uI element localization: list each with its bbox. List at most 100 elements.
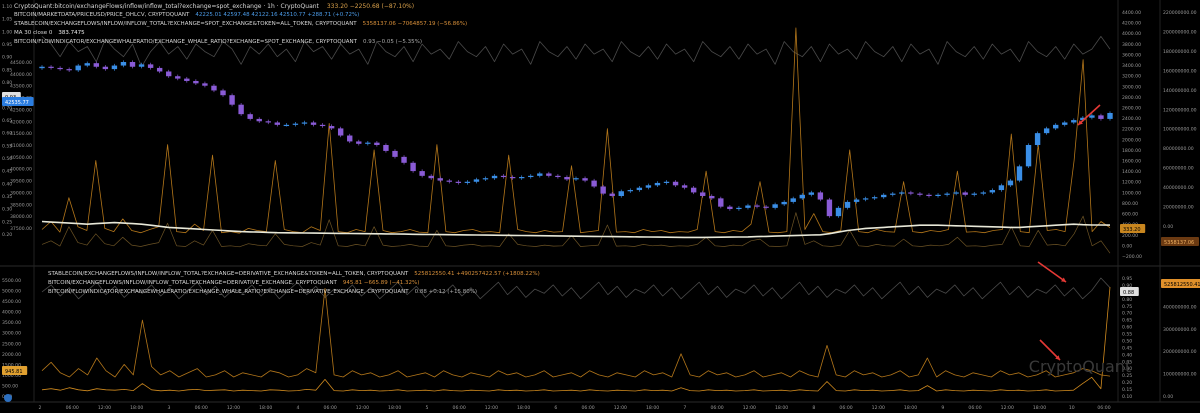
legend-value: 945.81 −665.89 (−41.32%) (342, 280, 420, 286)
left-axis-tick: 0.25 (2, 219, 12, 225)
candle-body (265, 121, 271, 123)
legend-item[interactable]: STABLECOIN/EXCHANGEFLOWS/INFLOW/INFLOW_T… (48, 270, 540, 279)
time-axis-tick: 12:00 (227, 405, 240, 411)
bottom-left-current-label: 945.81 (5, 369, 23, 375)
candle-body (772, 204, 778, 208)
bottom-far-right-axis-tick: 100000000.00 (1163, 372, 1197, 378)
far-right-axis-tick: 60000000.00 (1163, 166, 1194, 172)
bottom-right-axis-tick: 0.50 (1122, 338, 1132, 344)
time-axis-tick: 06:00 (839, 405, 852, 411)
right-axis-tick: 2200.00 (1122, 127, 1141, 133)
candle-body (247, 114, 253, 119)
candle-body (138, 64, 145, 67)
bottom-right-axis-tick: 0.80 (1122, 297, 1132, 303)
candle-body (817, 192, 824, 200)
candle-body (799, 194, 805, 199)
legend-label: BITCOIN/EXCHANGEFLOWS/INFLOW/INFLOW_TOTA… (48, 280, 337, 286)
right-axis-tick: 200.00 (1122, 233, 1138, 239)
bottom-right-axis-tick: 0.60 (1122, 325, 1132, 331)
bottom-right-axis-tick: 0.10 (1122, 394, 1132, 400)
far-right-axis-tick: 0.00 (1163, 224, 1173, 230)
candle-body (464, 181, 471, 183)
candle-body (238, 104, 244, 115)
candle-body (347, 135, 353, 142)
far-right-axis-tick: 120000000.00 (1163, 107, 1197, 113)
right-axis-tick: 800.00 (1122, 201, 1138, 207)
candle-body (971, 193, 977, 195)
far-right-axis-tick: 20000000.00 (1163, 205, 1194, 211)
price-axis-tick: 42000.00 (10, 119, 32, 125)
candle-body (392, 150, 398, 157)
time-axis-tick: 18:00 (1033, 405, 1046, 411)
legend-item[interactable]: BITCOIN/FLOWINDICATOR/EXCHANGEWHALERATIO… (48, 288, 540, 297)
left-axis-tick: 1.05 (2, 17, 12, 23)
time-axis-tick: 18:00 (388, 405, 401, 411)
candle-body (745, 205, 751, 208)
candle-body (401, 156, 407, 163)
candle-body (175, 76, 181, 79)
time-axis-tick: 12:00 (356, 405, 369, 411)
time-axis-tick: 06:00 (1097, 405, 1110, 411)
candle-body (129, 62, 136, 67)
right-axis-tick: 1000.00 (1122, 190, 1141, 196)
candle-body (718, 198, 724, 207)
right-axis-tick: 0.00 (1122, 243, 1132, 249)
candle-body (609, 193, 615, 196)
candle-body (328, 126, 335, 129)
candle-body (890, 193, 896, 195)
far-right-axis-tick: 140000000.00 (1163, 88, 1197, 94)
candle-body (292, 123, 299, 125)
time-axis-tick: 10 (1069, 405, 1075, 411)
bottom-left-axis-tick: 2000.00 (2, 352, 21, 358)
legend-item[interactable]: BITCOIN/MARKETDATA/PRICEUSD/PRICE_OHLCV,… (14, 11, 467, 20)
right-axis-tick: 3400.00 (1122, 63, 1141, 69)
candle-body (1062, 122, 1068, 125)
legend-item[interactable]: MA 30 close 0 383.7475 (14, 29, 467, 38)
candle-body (998, 185, 1005, 191)
logo-icon (4, 394, 12, 402)
bottom-far-right-axis-tick: 200000000.00 (1163, 349, 1197, 355)
time-axis-tick: 12:00 (743, 405, 756, 411)
time-axis-tick: 12:00 (614, 405, 627, 411)
candle-body (700, 192, 706, 196)
bottom-right-axis-tick: 0.75 (1122, 304, 1132, 310)
chart[interactable]: 1.101.051.000.950.900.850.800.750.700.65… (0, 0, 1200, 413)
bottom-right-axis-tick: 0.55 (1122, 332, 1132, 338)
candle-body (681, 185, 688, 188)
time-axis-tick: 06:00 (195, 405, 208, 411)
candle-body (835, 207, 842, 217)
time-axis-tick: 18:00 (130, 405, 143, 411)
top-legend: CryptoQuant:bitcoin/exchangeFlows/inflow… (14, 2, 467, 47)
right-axis-tick: 2800.00 (1122, 95, 1141, 101)
time-axis-tick: 18:00 (517, 405, 530, 411)
left-axis-tick: 1.10 (2, 4, 12, 10)
legend-item[interactable]: BITCOIN/EXCHANGEFLOWS/INFLOW/INFLOW_TOTA… (48, 279, 540, 288)
candle-body (156, 67, 163, 72)
candle-body (410, 162, 416, 172)
candle-body (591, 180, 597, 187)
right-axis-tick: 3000.00 (1122, 84, 1141, 90)
bottom-far-right-axis-tick: 0.00 (1163, 394, 1173, 400)
candle-body (428, 175, 434, 179)
legend-item[interactable]: BITCOIN/FLOWINDICATOR/EXCHANGEWHALERATIO… (14, 38, 467, 47)
candle-body (500, 175, 507, 178)
candle-body (491, 175, 498, 179)
candle-body (654, 182, 661, 186)
time-axis-tick: 8 (812, 405, 815, 411)
candle-body (528, 175, 534, 178)
candle-body (482, 178, 489, 180)
legend-item[interactable]: STABLECOIN/EXCHANGEFLOWS/INFLOW/INFLOW_T… (14, 20, 467, 29)
candle-body (627, 190, 633, 192)
legend-label: BITCOIN/FLOWINDICATOR/EXCHANGEWHALERATIO… (48, 289, 409, 295)
candle-body (763, 206, 769, 208)
candle-body (1071, 120, 1077, 123)
candle-body (736, 207, 742, 210)
candle-body (917, 193, 923, 195)
candle-body (573, 178, 579, 180)
right-axis-tick: −200.00 (1122, 254, 1142, 260)
price-axis-tick: 44000.00 (10, 72, 32, 78)
candle-body (102, 66, 109, 70)
price-axis-tick: 40000.00 (10, 167, 32, 173)
far-right-axis-tick: 80000000.00 (1163, 146, 1194, 152)
time-axis-tick: 06:00 (581, 405, 594, 411)
